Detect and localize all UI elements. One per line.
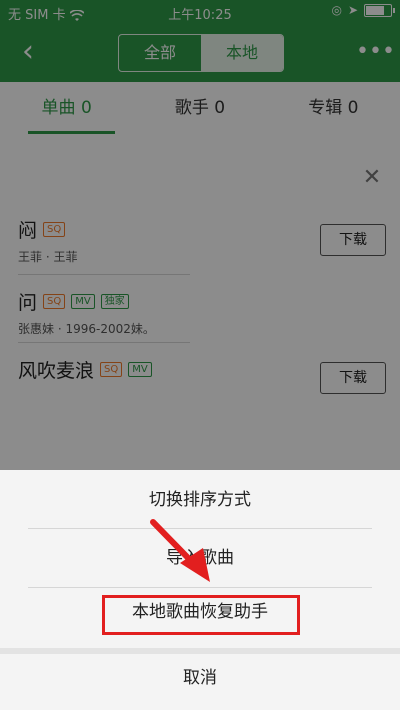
highlight-box bbox=[102, 595, 300, 635]
action-sheet: 切换排序方式 导入歌曲 本地歌曲恢复助手 取消 bbox=[0, 470, 400, 710]
sort-option[interactable]: 切换排序方式 bbox=[0, 472, 400, 528]
cancel-button[interactable]: 取消 bbox=[0, 650, 400, 706]
import-songs-option[interactable]: 导入歌曲 bbox=[0, 530, 400, 586]
divider bbox=[28, 528, 372, 529]
